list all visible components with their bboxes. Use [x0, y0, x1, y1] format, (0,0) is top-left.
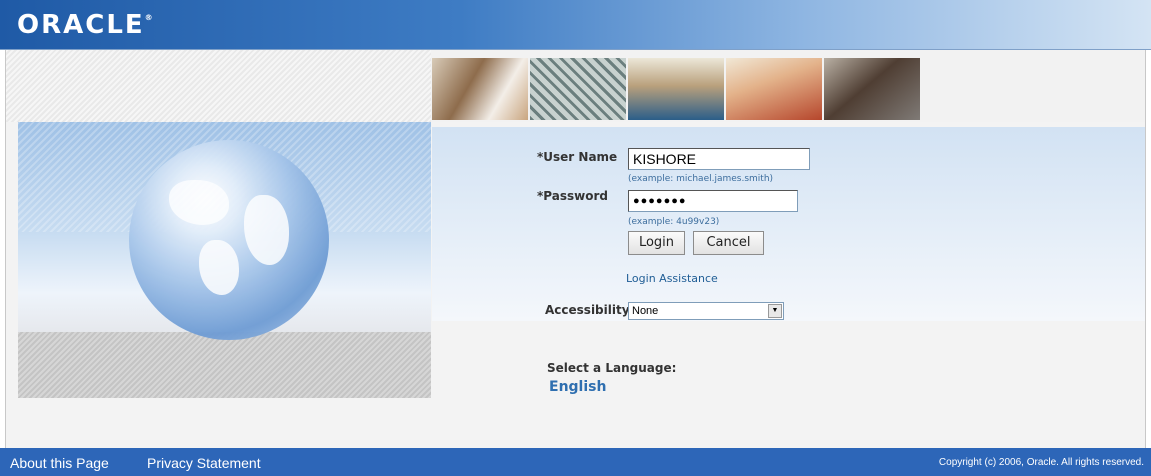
oracle-logo: ORACLE®	[17, 10, 153, 40]
language-english-link[interactable]: English	[549, 379, 606, 395]
banner-photo-tower	[530, 58, 626, 120]
cancel-button[interactable]: Cancel	[693, 231, 764, 255]
banner-photo-headset	[726, 58, 822, 120]
login-button[interactable]: Login	[628, 231, 685, 255]
globe-panel-hatch-bottom	[18, 332, 431, 398]
login-panel: *User Name KISHORE (example: michael.jam…	[432, 127, 1145, 321]
privacy-statement-link[interactable]: Privacy Statement	[147, 455, 261, 471]
login-page-frame: *User Name KISHORE (example: michael.jam…	[5, 50, 1146, 448]
banner-photo-people	[432, 58, 528, 120]
app-footer: About this Page Privacy Statement Copyri…	[0, 448, 1151, 476]
chevron-down-icon[interactable]: ▼	[768, 304, 782, 318]
username-field[interactable]: KISHORE	[628, 148, 810, 170]
password-label: *Password	[537, 189, 608, 203]
globe-continent	[244, 195, 289, 265]
password-field[interactable]: ●●●●●●●	[628, 190, 798, 212]
globe-image	[129, 140, 329, 340]
globe-panel	[18, 122, 431, 398]
about-page-link[interactable]: About this Page	[10, 455, 109, 471]
accessibility-label: Accessibility	[545, 303, 630, 317]
banner-photo-worker	[628, 58, 724, 120]
banner-photos	[432, 58, 920, 120]
accessibility-select-value: None	[632, 305, 659, 317]
banner-hatch	[6, 50, 431, 122]
banner-strip	[6, 50, 1145, 122]
globe-continent	[169, 180, 229, 225]
select-language-label: Select a Language:	[547, 361, 677, 375]
copyright-text: Copyright (c) 2006, Oracle. All rights r…	[938, 457, 1144, 468]
username-hint: (example: michael.james.smith)	[628, 174, 774, 184]
globe-continent	[199, 240, 239, 295]
banner-photo-businessman	[824, 58, 920, 120]
app-header: ORACLE®	[0, 0, 1151, 50]
login-assistance-link[interactable]: Login Assistance	[626, 272, 718, 285]
accessibility-select[interactable]: None ▼	[628, 302, 784, 320]
password-hint: (example: 4u99v23)	[628, 217, 720, 227]
username-label: *User Name	[537, 150, 618, 164]
